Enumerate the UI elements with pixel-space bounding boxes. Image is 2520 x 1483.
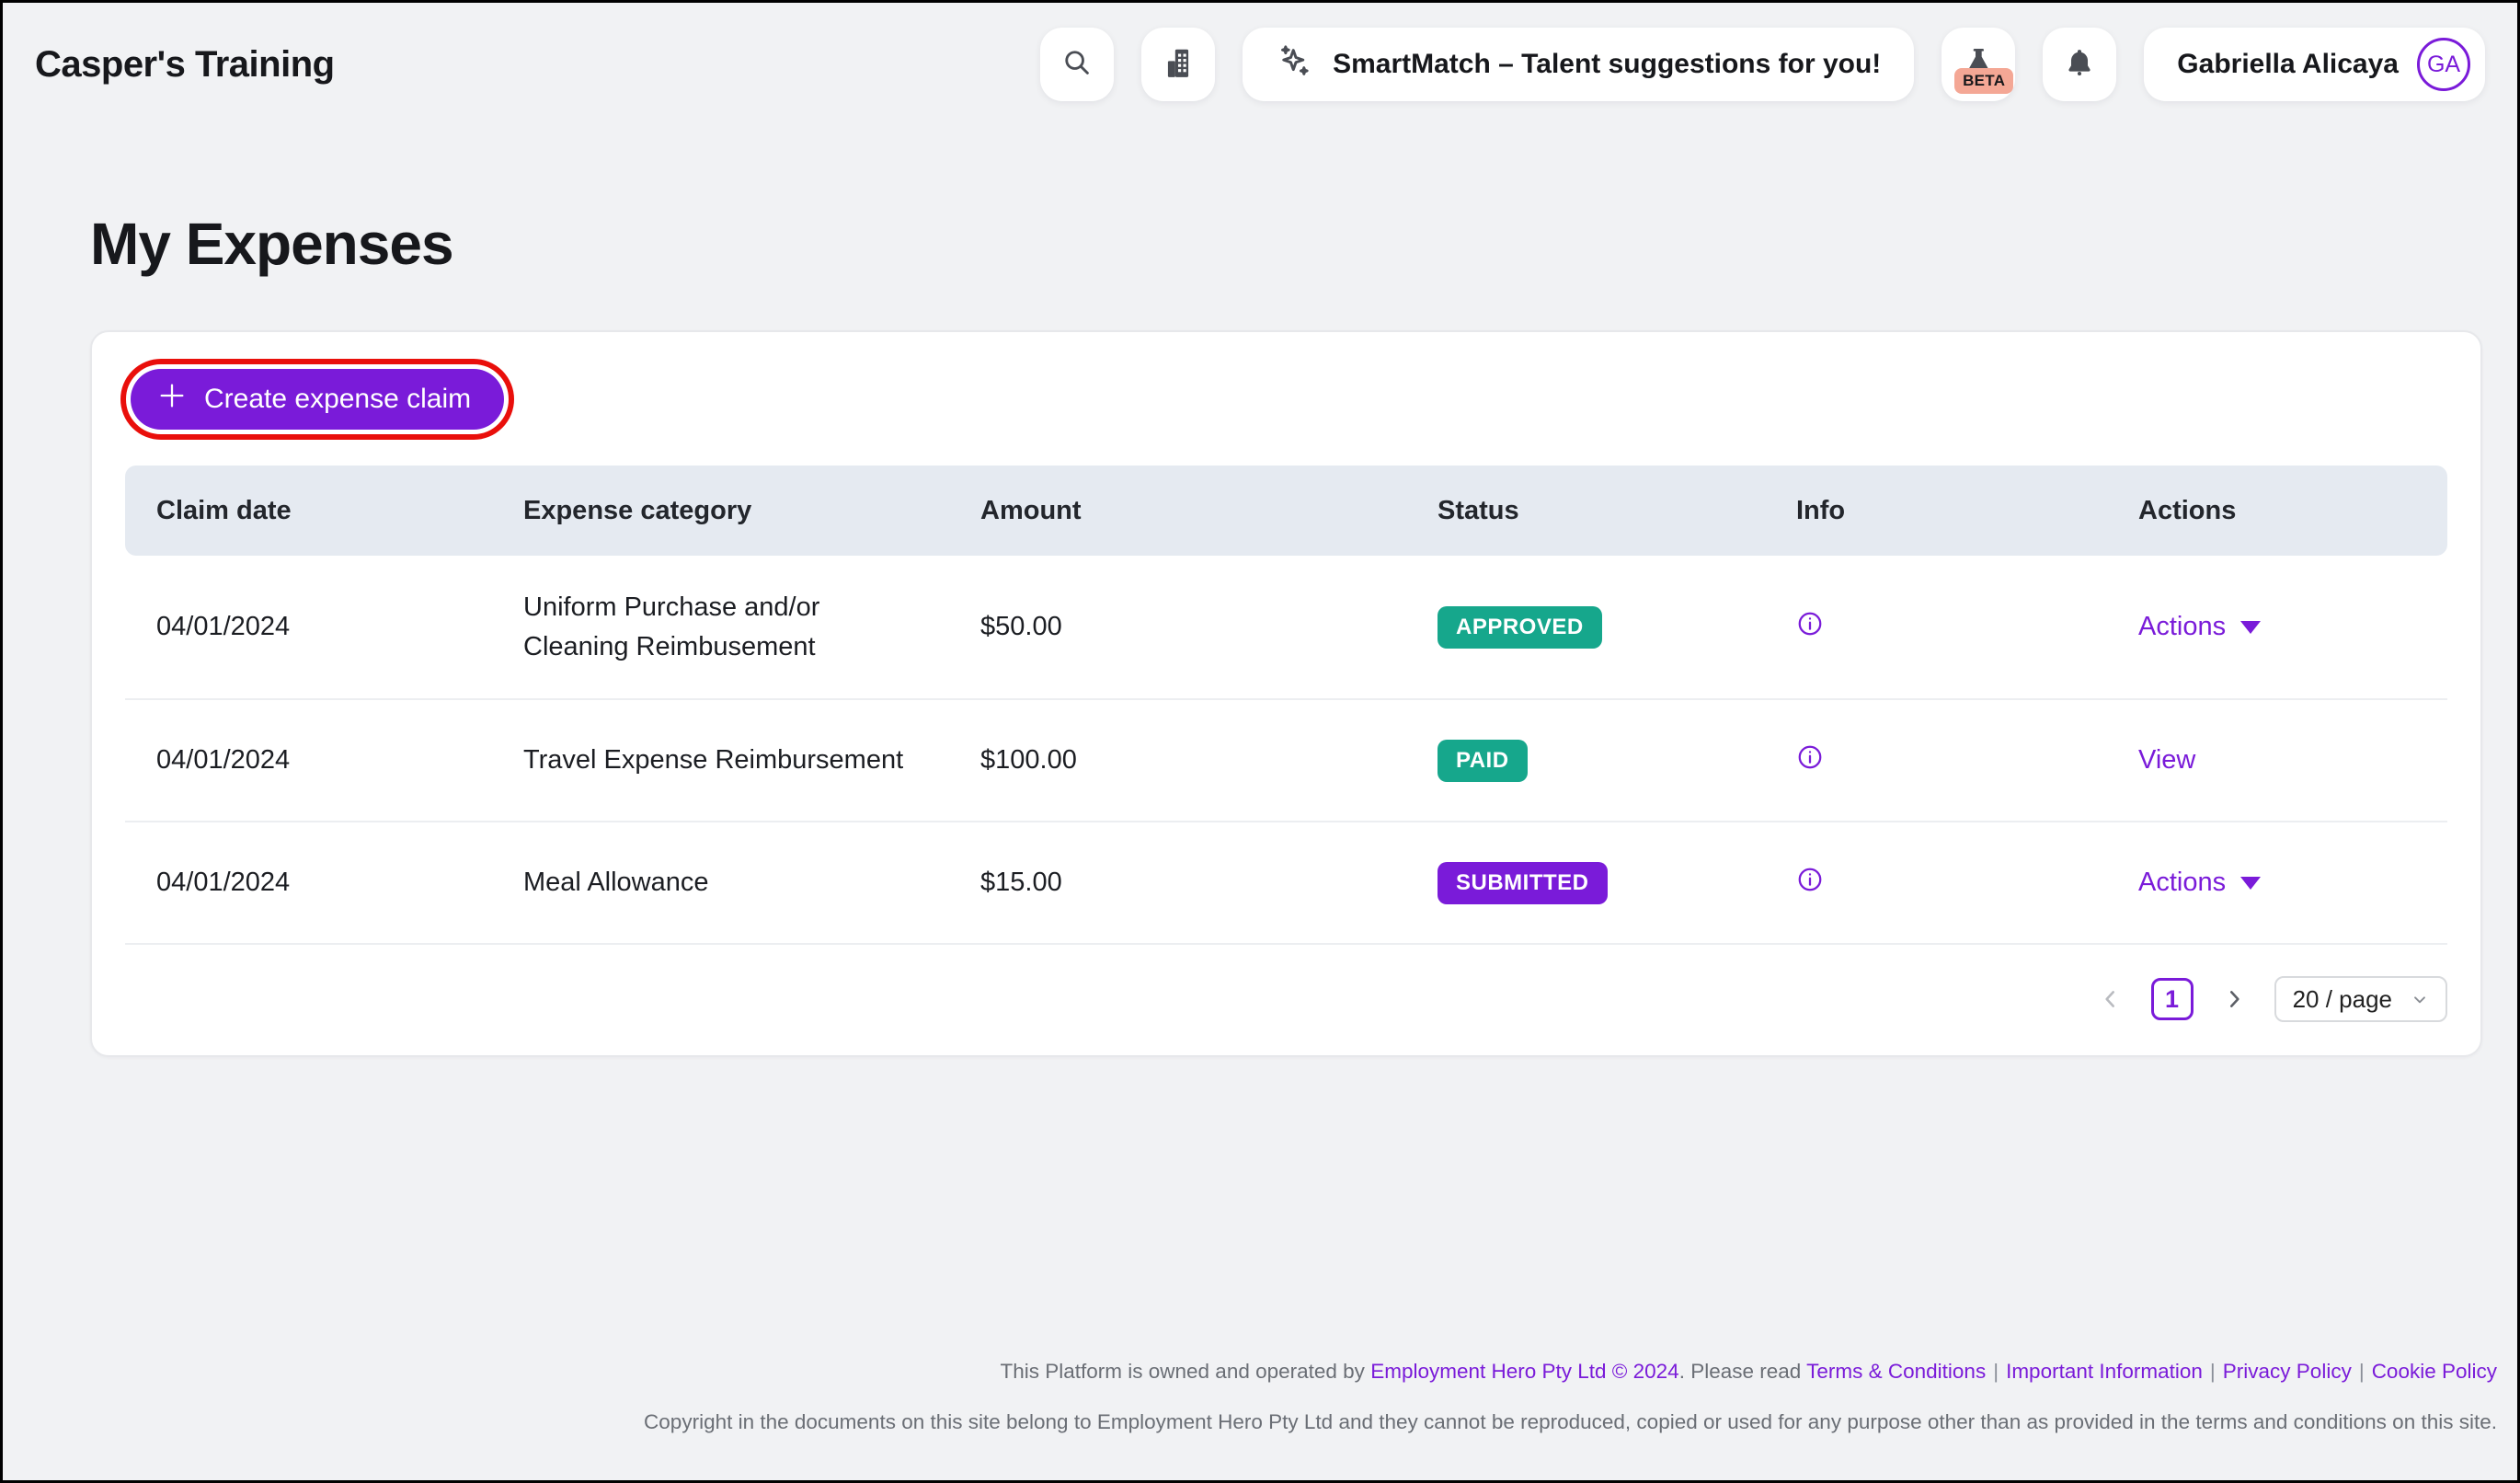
table-row: 04/01/2024 Meal Allowance $15.00 SUBMITT… xyxy=(125,822,2447,945)
footer-line2: Copyright in the documents on this site … xyxy=(0,1410,2497,1434)
footer-text: . Please read xyxy=(1679,1360,1806,1383)
table-header-row: Claim date Expense category Amount Statu… xyxy=(125,466,2447,556)
app-title: Casper's Training xyxy=(35,44,335,86)
page-title: My Expenses xyxy=(90,210,2520,278)
table-row: 04/01/2024 Uniform Purchase and/or Clean… xyxy=(125,556,2447,700)
employment-hero-link[interactable]: Employment Hero Pty Ltd © 2024 xyxy=(1370,1360,1679,1383)
footer-separator: | xyxy=(2210,1360,2216,1383)
actions-label: Actions xyxy=(2138,612,2226,642)
claim-date-cell: 04/01/2024 xyxy=(125,612,492,642)
chevron-down-icon xyxy=(2411,990,2429,1008)
footer-text: This Platform is owned and operated by xyxy=(1000,1360,1370,1383)
important-information-link[interactable]: Important Information xyxy=(2006,1360,2203,1383)
status-badge: APPROVED xyxy=(1438,606,1602,649)
column-header-amount: Amount xyxy=(949,496,1406,526)
expenses-table: Claim date Expense category Amount Statu… xyxy=(125,466,2447,945)
amount-cell: $100.00 xyxy=(949,745,1406,776)
info-icon[interactable] xyxy=(1796,615,1824,644)
actions-dropdown[interactable]: Actions xyxy=(2138,612,2261,642)
previous-page-button[interactable] xyxy=(2094,983,2127,1016)
search-icon xyxy=(1060,45,1094,85)
status-badge: SUBMITTED xyxy=(1438,862,1608,904)
amount-cell: $50.00 xyxy=(949,612,1406,642)
company-button[interactable] xyxy=(1141,28,1215,101)
smartmatch-button[interactable]: SmartMatch – Talent suggestions for you! xyxy=(1243,28,1914,101)
cookie-policy-link[interactable]: Cookie Policy xyxy=(2372,1360,2497,1383)
actions-label: Actions xyxy=(2138,868,2226,898)
view-link[interactable]: View xyxy=(2138,745,2195,776)
column-header-status: Status xyxy=(1406,496,1765,526)
chevron-down-icon xyxy=(2240,621,2261,634)
top-bar-actions: SmartMatch – Talent suggestions for you!… xyxy=(1040,28,2485,101)
footer: This Platform is owned and operated by E… xyxy=(0,1360,2520,1434)
terms-conditions-link[interactable]: Terms & Conditions xyxy=(1806,1360,1986,1383)
column-header-info: Info xyxy=(1765,496,2107,526)
create-expense-wrap: Create expense claim xyxy=(131,369,504,430)
page-number-button[interactable]: 1 xyxy=(2151,978,2194,1020)
actions-dropdown[interactable]: Actions xyxy=(2138,868,2261,898)
column-header-expense-category: Expense category xyxy=(492,496,949,526)
expense-category-cell: Travel Expense Reimbursement xyxy=(523,741,910,779)
footer-line1: This Platform is owned and operated by E… xyxy=(0,1360,2497,1384)
building-icon xyxy=(1161,45,1196,85)
next-page-button[interactable] xyxy=(2217,983,2251,1016)
footer-separator: | xyxy=(2359,1360,2365,1383)
page-size-value: 20 / page xyxy=(2293,985,2392,1014)
column-header-claim-date: Claim date xyxy=(125,496,492,526)
sparkles-icon xyxy=(1276,41,1314,87)
footer-separator: | xyxy=(1993,1360,1999,1383)
notifications-button[interactable] xyxy=(2043,28,2116,101)
info-icon[interactable] xyxy=(1796,748,1824,777)
pagination: 1 20 / page xyxy=(125,976,2447,1022)
avatar: GA xyxy=(2417,38,2470,91)
create-expense-claim-label: Create expense claim xyxy=(204,384,471,415)
table-row: 04/01/2024 Travel Expense Reimbursement … xyxy=(125,700,2447,822)
create-expense-claim-button[interactable]: Create expense claim xyxy=(131,369,504,430)
bell-icon xyxy=(2062,45,2097,85)
expense-category-cell: Uniform Purchase and/or Cleaning Reimbus… xyxy=(523,588,910,665)
smartmatch-label: SmartMatch – Talent suggestions for you! xyxy=(1333,49,1881,80)
privacy-policy-link[interactable]: Privacy Policy xyxy=(2223,1360,2352,1383)
expenses-card: Create expense claim Claim date Expense … xyxy=(90,330,2482,1057)
user-name: Gabriella Alicaya xyxy=(2177,49,2399,80)
top-bar: Casper's Training xyxy=(0,0,2520,101)
search-button[interactable] xyxy=(1040,28,1114,101)
plus-icon xyxy=(156,380,188,419)
claim-date-cell: 04/01/2024 xyxy=(125,868,492,898)
expense-category-cell: Meal Allowance xyxy=(523,863,910,902)
user-menu[interactable]: Gabriella Alicaya GA xyxy=(2144,28,2485,101)
status-badge: PAID xyxy=(1438,740,1528,782)
labs-button[interactable]: BETA xyxy=(1942,28,2015,101)
column-header-actions: Actions xyxy=(2107,496,2447,526)
info-icon[interactable] xyxy=(1796,870,1824,900)
claim-date-cell: 04/01/2024 xyxy=(125,745,492,776)
beta-badge: BETA xyxy=(1954,68,2013,94)
page-size-select[interactable]: 20 / page xyxy=(2274,976,2447,1022)
chevron-down-icon xyxy=(2240,877,2261,890)
view-label: View xyxy=(2138,745,2195,776)
amount-cell: $15.00 xyxy=(949,868,1406,898)
